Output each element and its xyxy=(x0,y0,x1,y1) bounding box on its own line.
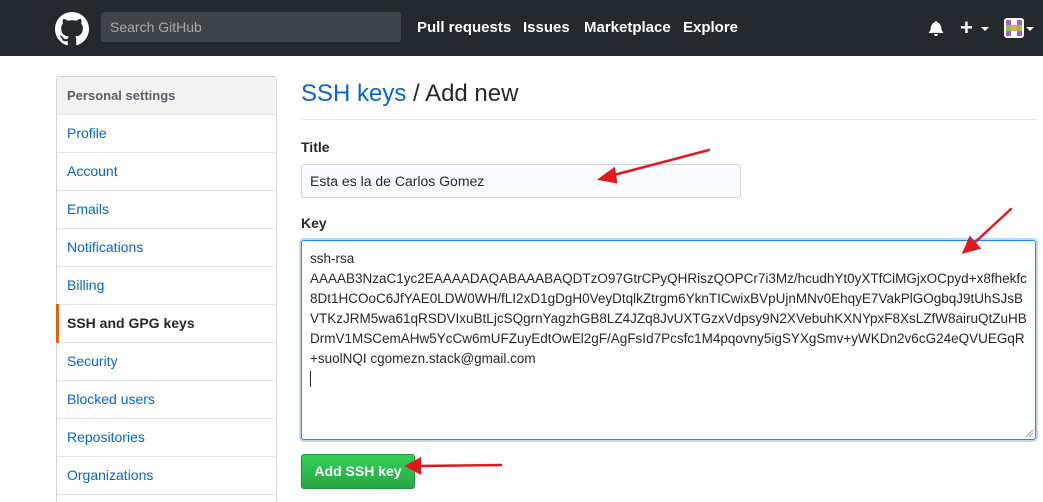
annotation-arrow-button xyxy=(416,463,503,468)
key-label: Key xyxy=(301,215,327,231)
page-title: SSH keys / Add new xyxy=(301,78,518,110)
key-text: ssh-rsa AAAAB3NzaC1yc2EAAAADAQABAAABAQDT… xyxy=(310,251,1027,366)
title-input[interactable]: Esta es la de Carlos Gomez xyxy=(301,164,741,198)
global-header: Search GitHub Pull requests Issues Marke… xyxy=(0,0,1043,56)
sidebar-item-notifications[interactable]: Notifications xyxy=(57,229,276,267)
chevron-down-icon xyxy=(981,27,989,31)
nav-explore[interactable]: Explore xyxy=(683,0,738,56)
nav-marketplace[interactable]: Marketplace xyxy=(584,0,671,56)
breadcrumb-separator: / xyxy=(406,80,426,107)
sidebar-item-blocked-users[interactable]: Blocked users xyxy=(57,381,276,419)
key-textarea[interactable]: ssh-rsa AAAAB3NzaC1yc2EAAAADAQABAAABAQDT… xyxy=(301,240,1036,440)
text-cursor xyxy=(310,371,311,388)
divider xyxy=(301,119,1036,120)
bell-icon[interactable] xyxy=(928,20,944,36)
plus-icon[interactable]: + xyxy=(960,17,973,39)
nav-issues[interactable]: Issues xyxy=(523,0,570,56)
sidebar-heading: Personal settings xyxy=(57,77,276,115)
sidebar-item-repositories[interactable]: Repositories xyxy=(57,419,276,457)
settings-sidebar: Personal settings Profile Account Emails… xyxy=(56,76,277,502)
sidebar-item-billing[interactable]: Billing xyxy=(57,267,276,305)
resize-handle-icon[interactable] xyxy=(1025,429,1033,437)
avatar[interactable] xyxy=(1004,18,1024,38)
chevron-down-icon xyxy=(1026,27,1034,31)
sidebar-item-account[interactable]: Account xyxy=(57,153,276,191)
search-input[interactable]: Search GitHub xyxy=(101,12,401,42)
github-mark-icon[interactable] xyxy=(55,12,89,46)
title-label: Title xyxy=(301,139,330,155)
sidebar-item-ssh-gpg-keys[interactable]: SSH and GPG keys xyxy=(56,304,276,343)
ssh-keys-breadcrumb-link[interactable]: SSH keys xyxy=(301,80,406,107)
sidebar-item-security[interactable]: Security xyxy=(57,343,276,381)
add-ssh-key-button[interactable]: Add SSH key xyxy=(301,454,415,489)
page-title-current: Add new xyxy=(425,80,519,107)
sidebar-item-organizations[interactable]: Organizations xyxy=(57,457,276,495)
sidebar-item-profile[interactable]: Profile xyxy=(57,115,276,153)
nav-pull-requests[interactable]: Pull requests xyxy=(417,0,511,56)
sidebar-item-emails[interactable]: Emails xyxy=(57,191,276,229)
